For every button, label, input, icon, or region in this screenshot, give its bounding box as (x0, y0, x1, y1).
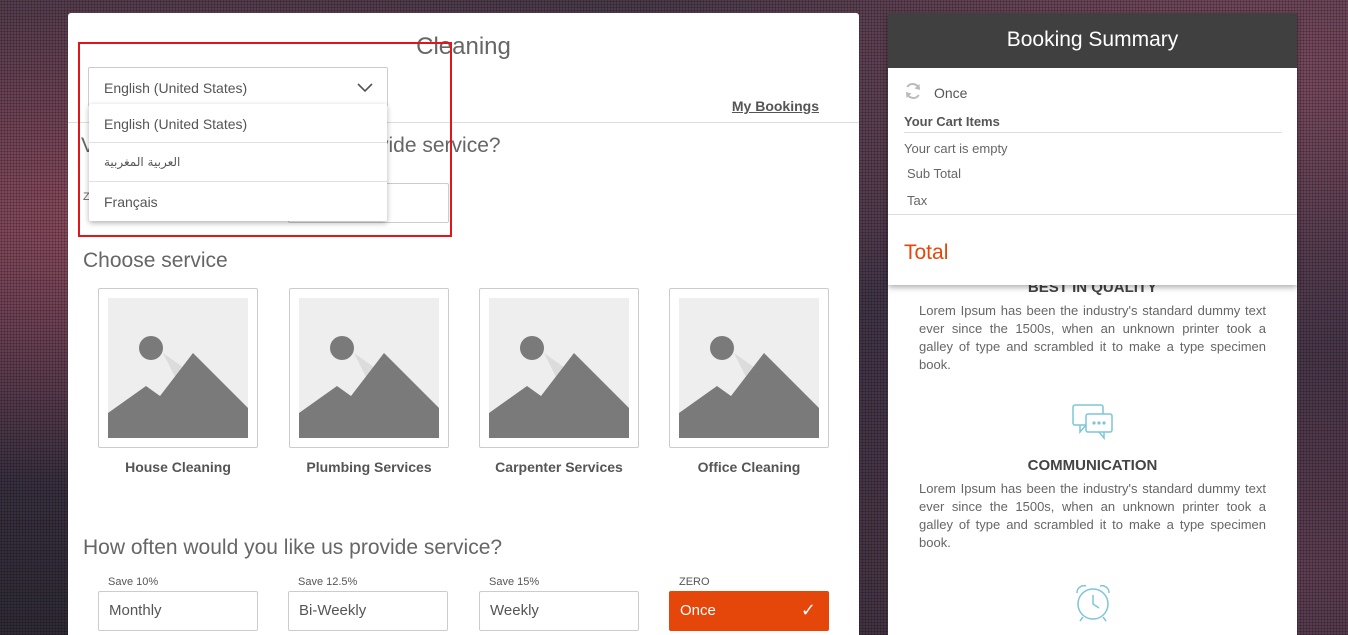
frequency-heading: How often would you like us provide serv… (83, 536, 503, 559)
language-option-arabic[interactable]: العربية المغربية (89, 143, 387, 182)
booking-summary-title: Booking Summary (888, 13, 1297, 68)
service-name: House Cleaning (125, 459, 231, 475)
chat-bubbles-icon (1072, 404, 1114, 445)
frequency-option-once[interactable]: ZERO Once ✓ (669, 576, 829, 631)
choose-service-heading: Choose service (83, 249, 228, 272)
frequency-box[interactable]: Weekly (479, 591, 639, 631)
summary-frequency-label: Once (934, 84, 968, 101)
feature-text: Lorem Ipsum has been the industry's stan… (919, 303, 1266, 372)
summary-frequency: Once (904, 82, 967, 103)
image-placeholder-icon (108, 298, 248, 438)
image-placeholder-icon (679, 298, 819, 438)
save-label: ZERO (679, 576, 710, 588)
refresh-icon (904, 82, 934, 103)
service-name: Office Cleaning (697, 459, 801, 475)
service-card-plumbing-services[interactable]: Plumbing Services (289, 288, 449, 475)
save-label: Save 15% (489, 576, 540, 588)
image-placeholder-icon (489, 298, 629, 438)
language-selected-value: English (United States) (104, 80, 248, 96)
alarm-clock-icon (1074, 583, 1112, 628)
booking-summary-panel: Booking Summary Once Your Cart Items You… (888, 13, 1297, 285)
feature-best-in-quality: BEST IN QUALITY Lorem Ipsum has been the… (919, 279, 1266, 374)
frequency-option-weekly[interactable]: Save 15% Weekly (479, 576, 639, 631)
image-placeholder-icon (299, 298, 439, 438)
cart-items-title: Your Cart Items (904, 114, 1282, 133)
frequency-label: Once (680, 602, 716, 619)
summary-divider (888, 214, 1297, 215)
feature-communication: COMMUNICATION Lorem Ipsum has been the i… (919, 457, 1266, 552)
service-card-carpenter-services[interactable]: Carpenter Services (479, 288, 639, 475)
my-bookings-link[interactable]: My Bookings (732, 98, 819, 114)
frequency-box[interactable]: Once ✓ (669, 591, 829, 631)
frequency-box[interactable]: Bi-Weekly (288, 591, 448, 631)
feature-text: Lorem Ipsum has been the industry's stan… (919, 481, 1266, 550)
page-title: Cleaning (416, 33, 511, 60)
subtotal-label: Sub Total (907, 166, 961, 181)
service-card-office-cleaning[interactable]: Office Cleaning (669, 288, 829, 475)
language-option-french[interactable]: Français (89, 182, 387, 221)
chevron-down-icon (357, 80, 373, 96)
frequency-option-monthly[interactable]: Save 10% Monthly (98, 576, 258, 631)
tax-label: Tax (907, 193, 928, 208)
total-label: Total (904, 241, 949, 264)
language-select[interactable]: English (United States) (88, 67, 388, 107)
service-name: Carpenter Services (495, 459, 623, 475)
language-dropdown-menu: English (United States) العربية المغربية… (89, 104, 387, 221)
service-name: Plumbing Services (306, 459, 432, 475)
save-label: Save 12.5% (298, 576, 358, 588)
frequency-box[interactable]: Monthly (98, 591, 258, 631)
frequency-option-bi-weekly[interactable]: Save 12.5% Bi-Weekly (288, 576, 448, 631)
feature-title: COMMUNICATION (1027, 457, 1158, 474)
service-card-house-cleaning[interactable]: House Cleaning (98, 288, 258, 475)
save-label: Save 10% (108, 576, 159, 588)
cart-empty-text: Your cart is empty (904, 141, 1008, 156)
language-option-english[interactable]: English (United States) (89, 104, 387, 143)
checkmark-icon: ✓ (800, 600, 816, 620)
